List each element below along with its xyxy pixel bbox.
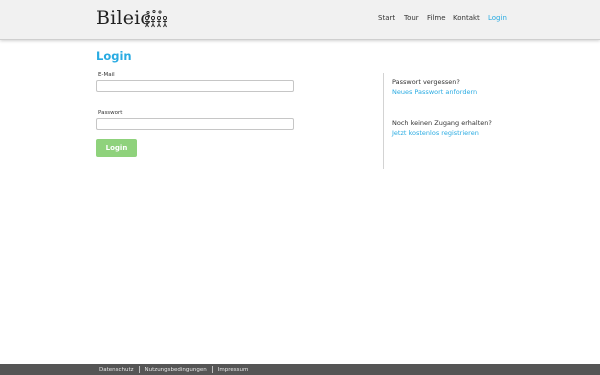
email-field[interactable] (96, 80, 294, 92)
nav-item-login[interactable]: Login (488, 14, 507, 22)
password-label: Passwort (98, 110, 123, 116)
login-button[interactable]: Login (96, 139, 137, 157)
forgot-password-heading: Passwort vergessen? (392, 78, 460, 86)
password-field[interactable] (96, 118, 294, 130)
divider (383, 73, 384, 169)
footer-link-nutzungsbedingungen[interactable]: Nutzungsbedingungen (145, 367, 207, 373)
footer-links: Datenschutz Nutzungsbedingungen Impressum (99, 366, 248, 374)
nav-item-start[interactable]: Start (378, 14, 395, 22)
main-nav: Start Tour Filme Kontakt Login (0, 14, 600, 28)
nav-item-filme[interactable]: Filme (427, 14, 446, 22)
register-link[interactable]: Jetzt kostenlos registrieren (392, 129, 479, 137)
site-header: Bileic Start Tour Filme Kontakt Login (0, 0, 600, 40)
footer-link-datenschutz[interactable]: Datenschutz (99, 367, 134, 373)
nav-item-tour[interactable]: Tour (404, 14, 419, 22)
request-password-link[interactable]: Neues Passwort anfordern (392, 88, 477, 96)
nav-item-kontakt[interactable]: Kontakt (453, 14, 480, 22)
footer-separator (138, 366, 140, 373)
footer-separator (211, 366, 213, 373)
email-label: E-Mail (98, 72, 115, 78)
no-access-heading: Noch keinen Zugang erhalten? (392, 119, 492, 127)
footer-link-impressum[interactable]: Impressum (218, 367, 249, 373)
site-footer: Datenschutz Nutzungsbedingungen Impressum (0, 364, 600, 375)
page-title: Login (96, 49, 132, 63)
